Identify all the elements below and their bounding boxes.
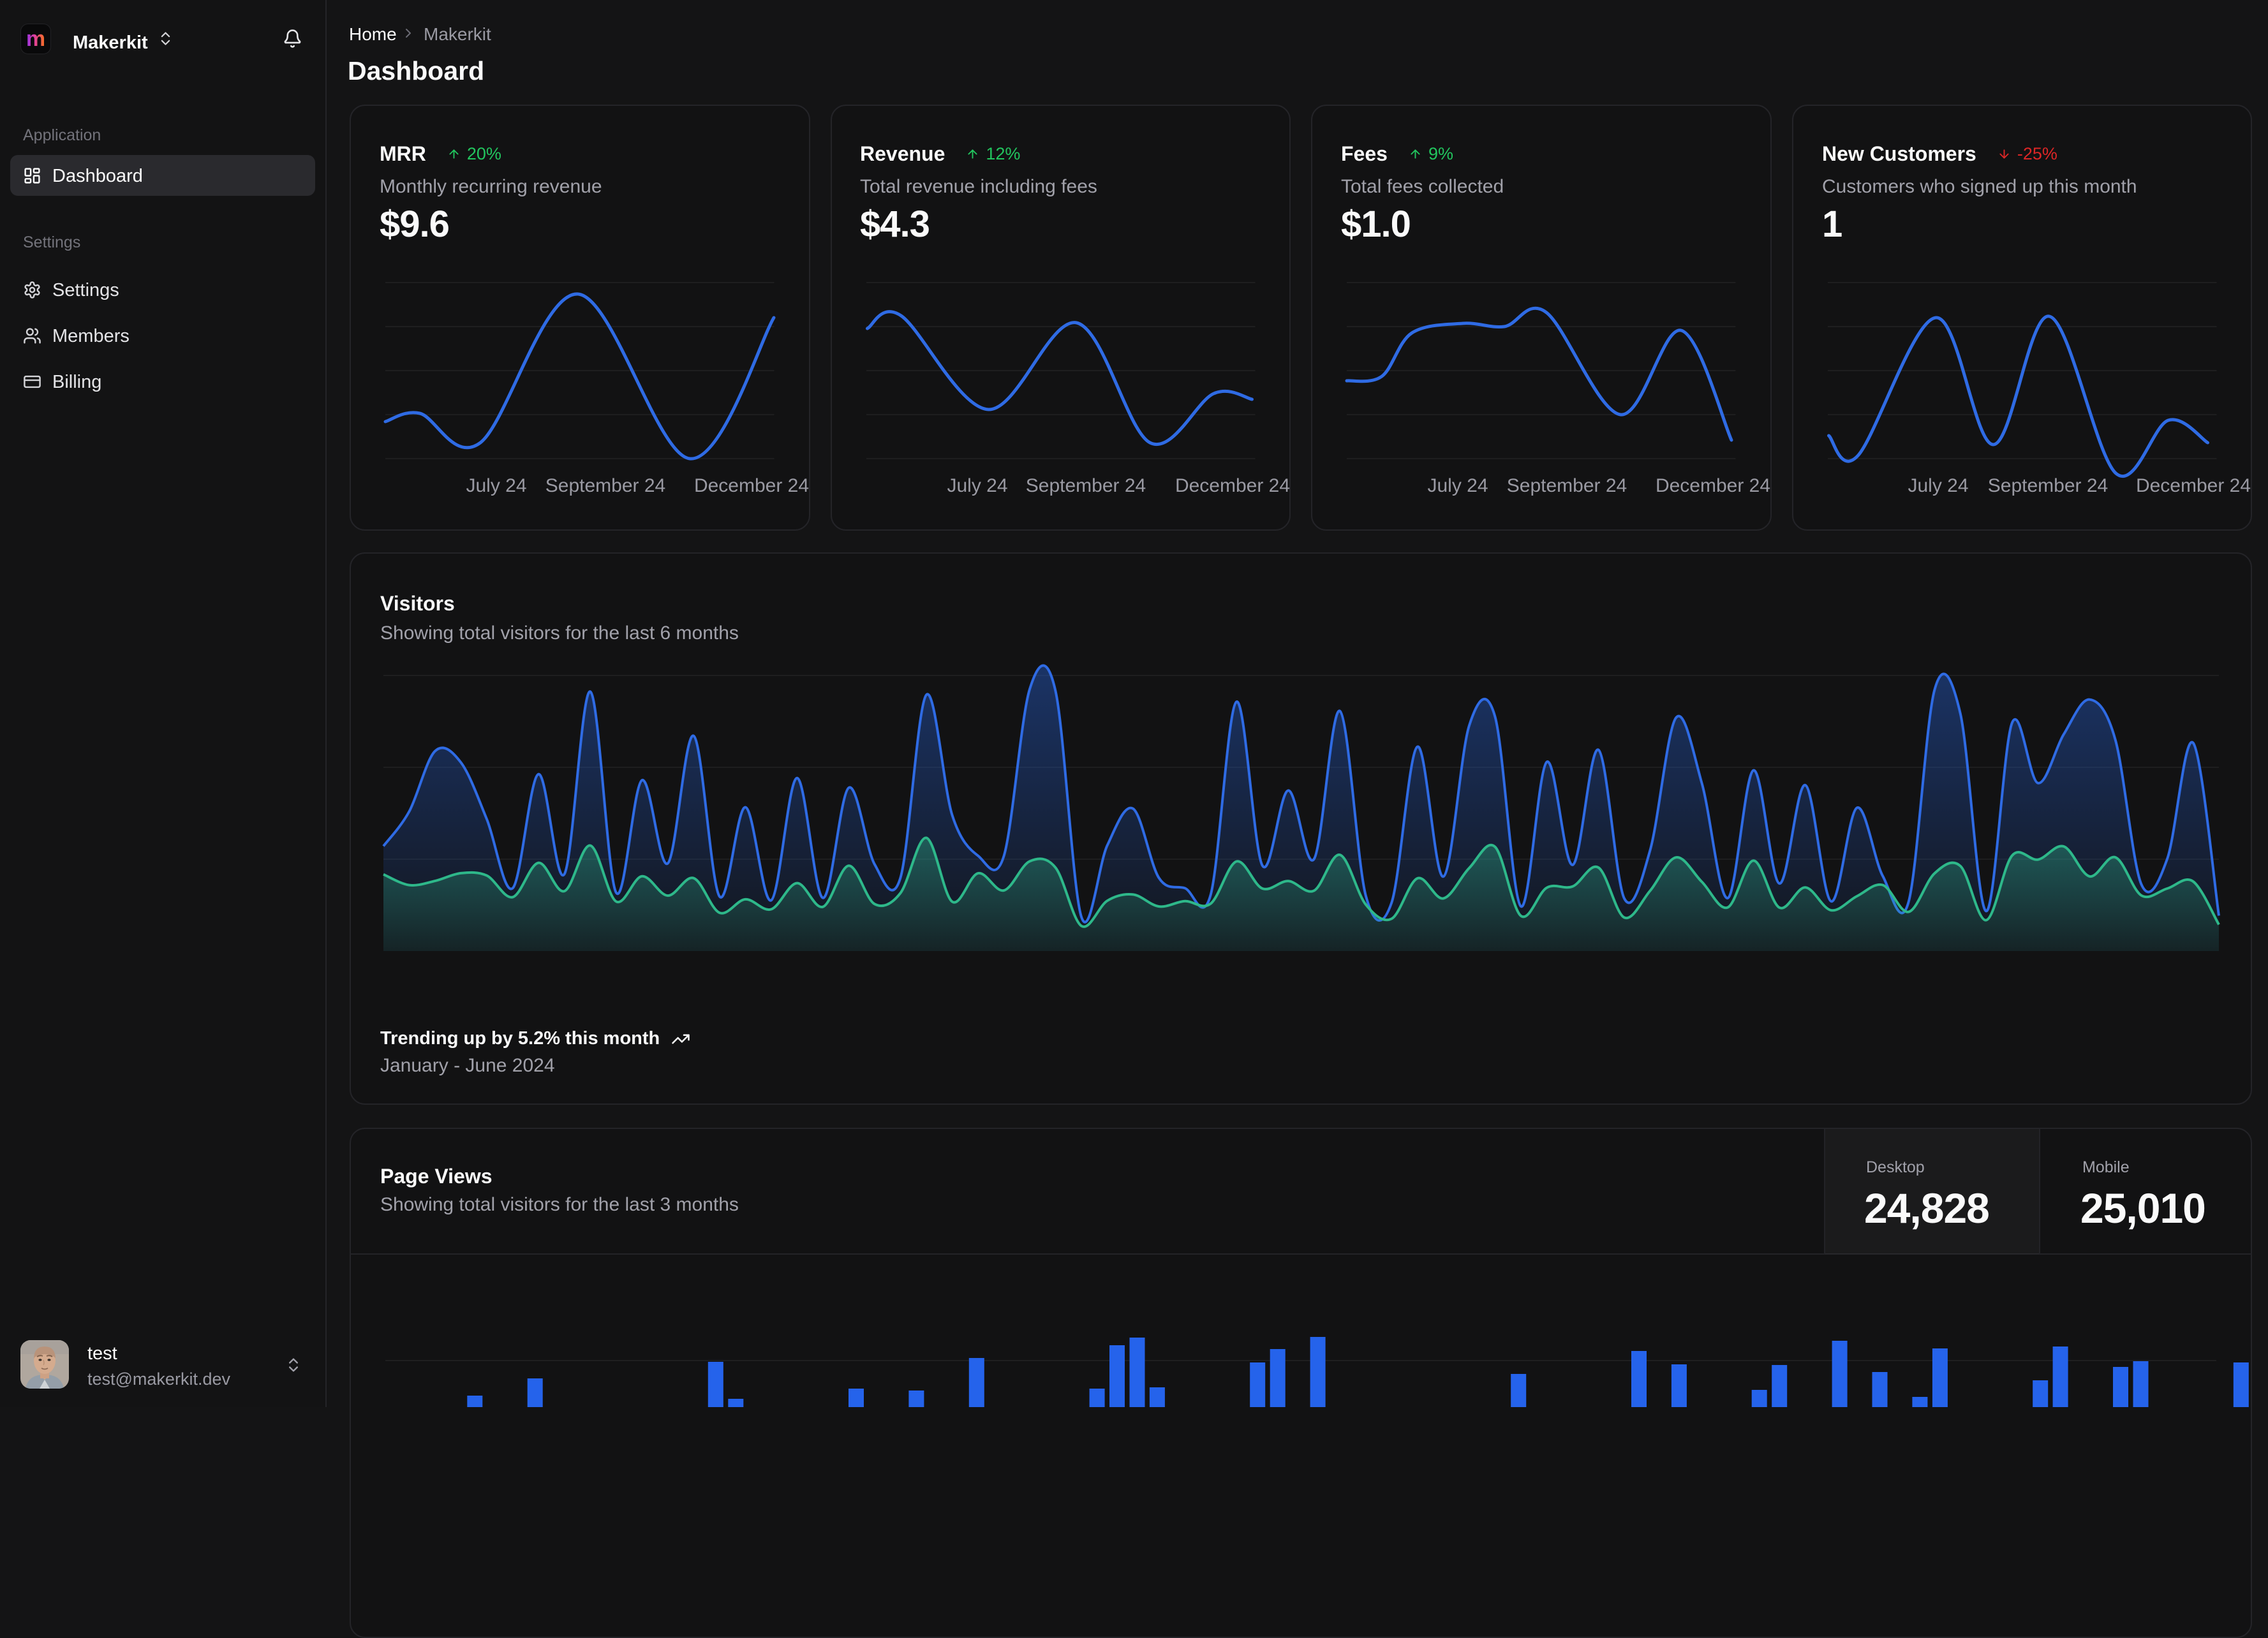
svg-text:m: m: [26, 27, 45, 51]
